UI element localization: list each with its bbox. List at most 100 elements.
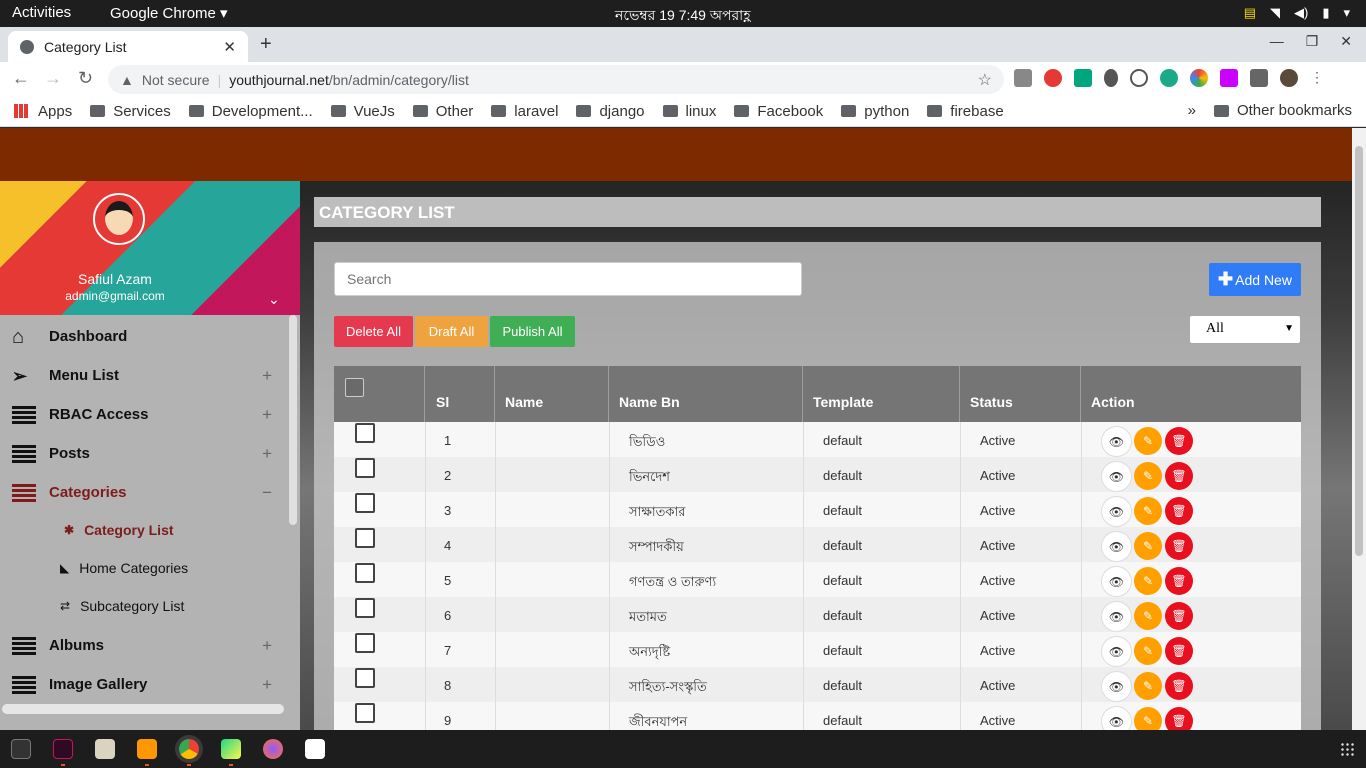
- vue-devtools-icon[interactable]: [1160, 69, 1178, 87]
- column-header-status[interactable]: Status: [960, 366, 1081, 422]
- address-bar[interactable]: ▲ Not secure | youthjournal.net/bn/admin…: [108, 65, 1004, 94]
- bookmark-other[interactable]: Other: [412, 103, 473, 120]
- system-tray[interactable]: ▤ ◥ ◀) ▮ ▾: [1244, 5, 1350, 21]
- bookmark-services[interactable]: Services: [90, 103, 171, 120]
- expand-plus-icon[interactable]: +: [262, 636, 272, 656]
- collapse-minus-icon[interactable]: −: [262, 483, 272, 503]
- trash-icon[interactable]: 🗑: [1165, 672, 1193, 700]
- trash-icon[interactable]: 🗑: [1165, 497, 1193, 525]
- files-icon[interactable]: [95, 739, 115, 759]
- maximize-icon[interactable]: ❐: [1306, 33, 1319, 50]
- eye-icon[interactable]: 👁: [1102, 462, 1131, 491]
- search-input[interactable]: [334, 262, 802, 296]
- sidebar-item-posts[interactable]: Posts +: [0, 434, 288, 473]
- row-checkbox[interactable]: [355, 598, 375, 618]
- row-checkbox[interactable]: [355, 493, 375, 513]
- clock[interactable]: নভেম্বর 19 7:49 অপরাহ্ণ: [615, 4, 751, 28]
- volume-icon[interactable]: ◀): [1294, 5, 1308, 21]
- bookmark-firebase[interactable]: firebase: [927, 103, 1004, 120]
- eye-icon[interactable]: 👁: [1102, 637, 1131, 666]
- wifi-icon[interactable]: ◥: [1270, 5, 1280, 21]
- trash-icon[interactable]: 🗑: [1165, 567, 1193, 595]
- bookmark-vuejs[interactable]: VueJs: [330, 103, 395, 120]
- notes-icon[interactable]: ▤: [1244, 5, 1256, 21]
- row-checkbox[interactable]: [355, 703, 375, 723]
- color-extension-icon[interactable]: [1190, 69, 1208, 87]
- reload-icon[interactable]: ↻: [78, 68, 93, 89]
- sidebar-horizontal-scrollbar[interactable]: [2, 704, 284, 714]
- minimize-icon[interactable]: —: [1270, 33, 1284, 50]
- trash-icon[interactable]: 🗑: [1165, 462, 1193, 490]
- security-label[interactable]: Not secure: [142, 72, 210, 88]
- publish-all-button[interactable]: Publish All: [490, 316, 575, 347]
- edit-icon[interactable]: ✎: [1134, 602, 1162, 630]
- eye-icon[interactable]: 👁: [1102, 497, 1131, 526]
- edit-icon[interactable]: ✎: [1134, 637, 1162, 665]
- bookmark-laravel[interactable]: laravel: [491, 103, 558, 120]
- chrome-icon[interactable]: [179, 739, 199, 759]
- pycharm-icon[interactable]: [221, 739, 241, 759]
- app-menu[interactable]: Google Chrome ▾: [110, 4, 228, 22]
- delete-all-button[interactable]: Delete All: [334, 316, 413, 347]
- sidebar-subitem-home-categories[interactable]: ◣ Home Categories: [60, 549, 280, 587]
- add-new-button[interactable]: ✚ Add New: [1209, 263, 1301, 296]
- row-checkbox[interactable]: [355, 633, 375, 653]
- bookmark-development[interactable]: Development...: [188, 103, 313, 120]
- trash-icon[interactable]: 🗑: [1165, 637, 1193, 665]
- status-filter-select[interactable]: All ▼: [1189, 315, 1301, 344]
- row-checkbox[interactable]: [355, 668, 375, 688]
- edit-icon[interactable]: ✎: [1134, 707, 1162, 730]
- edit-icon[interactable]: ✎: [1134, 497, 1162, 525]
- sidebar-subitem-subcategory-list[interactable]: ⇄ Subcategory List: [60, 587, 280, 625]
- camera-extension-icon[interactable]: [1014, 69, 1032, 87]
- edit-icon[interactable]: ✎: [1134, 427, 1162, 455]
- sidebar-item-rbac-access[interactable]: RBAC Access +: [0, 395, 288, 434]
- other-bookmarks[interactable]: Other bookmarks: [1213, 102, 1352, 119]
- expand-plus-icon[interactable]: +: [262, 405, 272, 425]
- sidebar-scrollbar[interactable]: [289, 315, 297, 525]
- sidebar-item-menu-list[interactable]: ➢ Menu List +: [0, 356, 288, 395]
- sublime-text-icon[interactable]: [137, 739, 157, 759]
- adblock-extension-icon[interactable]: [1044, 69, 1062, 87]
- trash-icon[interactable]: 🗑: [1165, 602, 1193, 630]
- select-all-checkbox[interactable]: [345, 378, 364, 397]
- url-text[interactable]: youthjournal.net/bn/admin/category/list: [229, 72, 469, 88]
- eye-icon[interactable]: 👁: [1102, 672, 1131, 701]
- close-tab-icon[interactable]: ✕: [223, 38, 236, 56]
- eye-icon[interactable]: 👁: [1102, 532, 1131, 561]
- column-header-name[interactable]: Name: [495, 366, 609, 422]
- page-scrollbar-thumb[interactable]: [1355, 146, 1363, 556]
- row-checkbox[interactable]: [355, 528, 375, 548]
- terminal-app-icon[interactable]: [53, 739, 73, 759]
- new-tab-button[interactable]: +: [260, 33, 272, 56]
- terminal-icon[interactable]: [11, 739, 31, 759]
- page-scrollbar[interactable]: [1352, 128, 1366, 730]
- bookmark-python[interactable]: python: [841, 103, 909, 120]
- back-icon[interactable]: ←: [12, 68, 30, 89]
- bookmark-django[interactable]: django: [576, 103, 645, 120]
- eye-icon[interactable]: 👁: [1102, 707, 1131, 730]
- trash-icon[interactable]: 🗑: [1165, 532, 1193, 560]
- profile-avatar-icon[interactable]: [1280, 69, 1298, 87]
- eye-icon[interactable]: 👁: [1102, 602, 1131, 631]
- power-menu-icon[interactable]: ▾: [1343, 5, 1350, 21]
- move-extension-icon[interactable]: [1104, 69, 1118, 87]
- trash-icon[interactable]: 🗑: [1165, 427, 1193, 455]
- avatar[interactable]: [93, 193, 145, 245]
- expand-plus-icon[interactable]: +: [262, 675, 272, 695]
- bookmark-star-icon[interactable]: ☆: [978, 70, 992, 90]
- expand-plus-icon[interactable]: +: [262, 366, 272, 386]
- firefox-icon[interactable]: [263, 739, 283, 759]
- edit-icon[interactable]: ✎: [1134, 567, 1162, 595]
- dev-extension-icon[interactable]: [1130, 69, 1148, 87]
- tab-category-list[interactable]: Category List ✕: [8, 31, 248, 62]
- trash-icon[interactable]: 🗑: [1165, 707, 1193, 730]
- column-header-name-bn[interactable]: Name Bn: [609, 366, 803, 422]
- eye-icon[interactable]: 👁: [1102, 567, 1131, 596]
- sidebar-item-albums[interactable]: Albums +: [0, 626, 288, 665]
- chevron-down-icon[interactable]: ⌄: [268, 291, 280, 308]
- row-checkbox[interactable]: [355, 563, 375, 583]
- sidebar-item-categories[interactable]: Categories −: [0, 473, 288, 512]
- forward-icon[interactable]: →: [44, 68, 62, 89]
- edit-icon[interactable]: ✎: [1134, 672, 1162, 700]
